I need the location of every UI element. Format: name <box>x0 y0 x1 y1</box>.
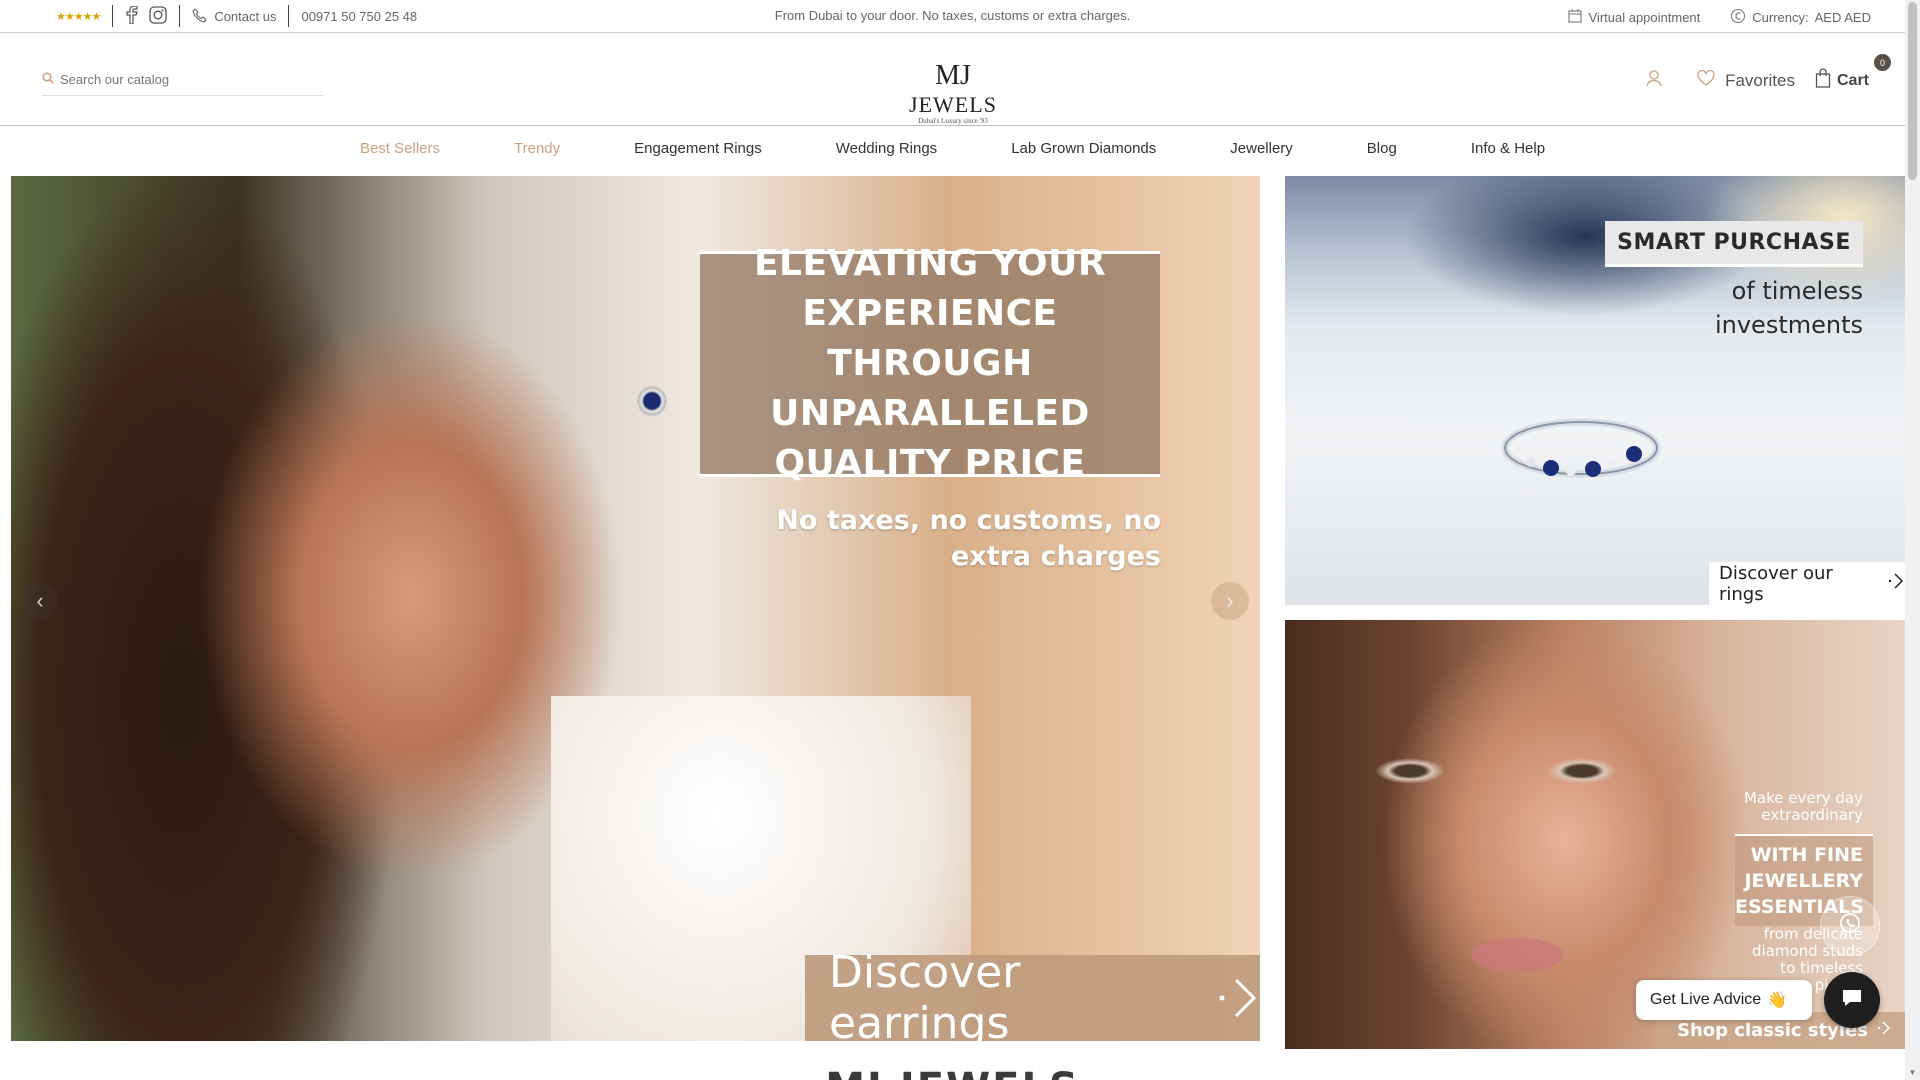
nav-item-engagement-rings[interactable]: Engagement Rings <box>634 140 762 157</box>
chevron-right-icon <box>1887 571 1905 596</box>
chevron-right-icon <box>1216 974 1260 1022</box>
currency-label: Currency: <box>1752 10 1809 25</box>
search-icon[interactable] <box>42 72 54 87</box>
discover-earrings-label: Discover earrings <box>829 947 1021 1041</box>
calendar-icon <box>1567 8 1583 27</box>
page-scrollbar[interactable]: ▼ <box>1905 0 1920 1080</box>
logo-wordmark: JEWELS <box>909 92 997 117</box>
favorites-link[interactable]: Favorites <box>1697 69 1795 91</box>
logo-monogram: MJ <box>935 60 971 91</box>
scrollbar-thumb[interactable] <box>1908 2 1917 180</box>
slider-next-arrow-icon[interactable]: › <box>1211 582 1249 620</box>
hero-title: ELEVATING YOUR EXPERIENCE THROUGH UNPARA… <box>753 243 1107 484</box>
site-header: Search our catalog MJ JEWELS Dubai's Lux… <box>0 34 1905 126</box>
classic-banner-tagline-line: Make every day <box>1743 789 1863 807</box>
top-bar-right: Virtual appointment Currency: AED AED <box>1567 8 1871 27</box>
section-title: MJ JEWELS <box>0 1058 1905 1080</box>
hero-photo-earring <box>637 384 667 418</box>
header-actions: Favorites Cart 0 <box>1645 54 1891 93</box>
search-input[interactable]: Search our catalog <box>60 72 169 87</box>
nav-item-wedding-rings[interactable]: Wedding Rings <box>836 140 937 157</box>
main-navigation: Best Sellers Trendy Engagement Rings Wed… <box>0 127 1905 170</box>
live-chat-button[interactable] <box>1824 972 1880 1028</box>
whatsapp-icon <box>1837 911 1863 942</box>
nav-item-lab-grown-diamonds[interactable]: Lab Grown Diamonds <box>1011 140 1156 157</box>
cart-label: Cart <box>1836 71 1869 89</box>
smart-purchase-badge: SMART PURCHASE <box>1605 221 1863 267</box>
discover-rings-button[interactable]: Discover our rings <box>1709 562 1905 605</box>
scroll-down-arrow-icon[interactable]: ▼ <box>1908 1068 1917 1078</box>
hero-subtitle: No taxes, no customs, no extra charges <box>776 505 1161 572</box>
chevron-right-icon <box>1876 1019 1892 1042</box>
ring-product-image <box>1501 418 1661 478</box>
classic-styles-banner[interactable]: Make every day extraordinary WITH FINE J… <box>1285 620 1905 1049</box>
cart-link[interactable]: Cart 0 <box>1815 54 1891 93</box>
rings-banner-subtitle-line: investments <box>1714 311 1863 339</box>
banner-photo-eye <box>1375 758 1445 784</box>
virtual-appointment-link[interactable]: Virtual appointment <box>1589 10 1701 25</box>
waving-hand-icon: 👋 <box>1767 992 1788 1009</box>
currency-selector[interactable]: AED AED <box>1815 10 1871 25</box>
hero-slider[interactable]: ELEVATING YOUR EXPERIENCE THROUGH UNPARA… <box>11 176 1260 1041</box>
rings-banner-subtitle-line: of timeless <box>1731 277 1863 305</box>
discover-rings-label: Discover our rings <box>1719 562 1833 605</box>
rings-banner[interactable]: SMART PURCHASE of timeless investments D… <box>1285 176 1905 605</box>
nav-item-blog[interactable]: Blog <box>1367 140 1397 157</box>
nav-item-best-sellers[interactable]: Best Sellers <box>360 140 440 157</box>
hero-title-box: ELEVATING YOUR EXPERIENCE THROUGH UNPARA… <box>700 243 1160 484</box>
nav-item-trendy[interactable]: Trendy <box>514 140 560 157</box>
banner-photo-eye <box>1547 758 1617 784</box>
currency-icon <box>1730 8 1746 27</box>
get-live-advice-button[interactable]: Get Live Advice 👋 <box>1636 980 1812 1020</box>
live-advice-label: Get Live Advice <box>1650 991 1762 1008</box>
user-account-icon[interactable] <box>1645 69 1663 92</box>
discover-earrings-button[interactable]: Discover earrings <box>805 947 1260 1041</box>
nav-item-info-help[interactable]: Info & Help <box>1471 140 1545 157</box>
nav-item-jewellery[interactable]: Jewellery <box>1230 140 1293 157</box>
rings-banner-subtitle: of timeless investments <box>1715 274 1863 342</box>
favorites-label: Favorites <box>1725 70 1795 90</box>
heart-icon <box>1697 69 1715 91</box>
search-box[interactable]: Search our catalog <box>42 64 324 96</box>
classic-banner-heading-line: JEWELLERY <box>1744 870 1863 892</box>
classic-banner-heading-line: WITH FINE <box>1750 844 1863 866</box>
top-bar: ★★★★★ Contact us 00971 50 750 25 48 From… <box>0 0 1905 33</box>
slider-prev-arrow-icon[interactable]: ‹ <box>21 582 59 620</box>
cart-count-badge: 0 <box>1874 54 1891 71</box>
classic-banner-tagline: Make every day extraordinary <box>1744 790 1863 824</box>
whatsapp-button[interactable] <box>1820 896 1880 956</box>
classic-banner-tagline-line: extraordinary <box>1761 806 1863 824</box>
chat-bubble-icon <box>1841 987 1863 1014</box>
banner-photo-lips <box>1471 938 1563 972</box>
site-logo[interactable]: MJ JEWELS Dubai's Luxury since '93 <box>893 60 1013 126</box>
shopping-bag-icon <box>1815 68 1831 93</box>
